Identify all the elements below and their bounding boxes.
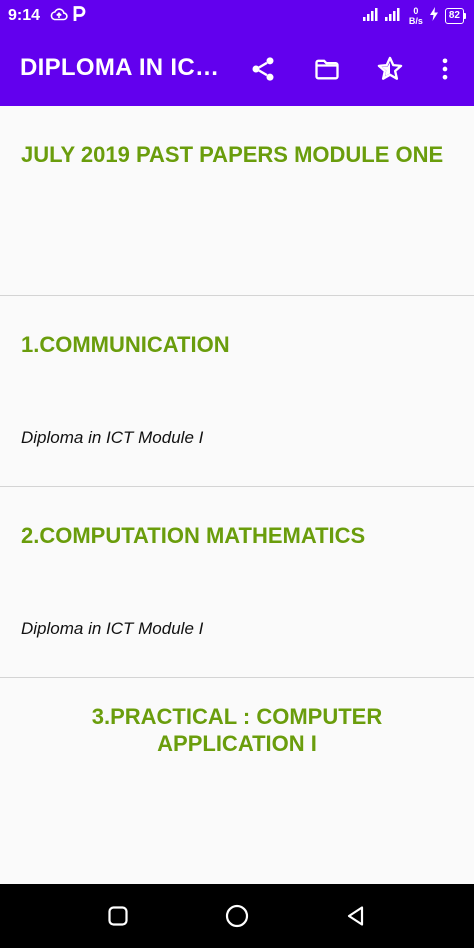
network-speed: 0 B/s <box>409 6 423 26</box>
item-title: 1.COMMUNICATION <box>21 332 230 357</box>
back-icon[interactable] <box>340 900 372 932</box>
status-system-icons: 0 B/s 82 <box>362 5 466 27</box>
cloud-upload-icon <box>50 7 68 26</box>
paper-list: JULY 2019 PAST PAPERS MODULE ONE 1.COMMU… <box>0 106 474 884</box>
status-notification-icons <box>50 5 86 27</box>
more-vert-icon[interactable] <box>428 52 462 86</box>
list-item[interactable]: JULY 2019 PAST PAPERS MODULE ONE <box>0 106 474 296</box>
navigation-bar <box>0 884 474 948</box>
signal-icon <box>362 7 403 26</box>
status-time: 9:14 <box>8 7 41 24</box>
status-bar: 9:14 0 B/s 82 <box>0 0 474 32</box>
folder-icon[interactable] <box>310 52 344 86</box>
battery-icon: 82 <box>444 8 466 24</box>
item-title: 2.COMPUTATION MATHEMATICS <box>21 523 366 548</box>
share-icon[interactable] <box>246 52 280 86</box>
item-title: JULY 2019 PAST PAPERS MODULE ONE <box>21 142 444 167</box>
home-icon[interactable] <box>221 900 253 932</box>
battery-level: 82 <box>444 8 464 24</box>
app-title: DIPLOMA IN ICT MODULE ONE PAST PAPERS <box>20 54 225 81</box>
item-subtitle: Diploma in ICT Module I <box>21 619 204 638</box>
list-item[interactable]: 3.PRACTICAL : COMPUTER APPLICATION I <box>0 678 474 884</box>
speed-value: 0 <box>413 6 419 16</box>
list-item[interactable]: 1.COMMUNICATION Diploma in ICT Module I <box>0 296 474 487</box>
star-icon[interactable] <box>373 52 407 86</box>
p-icon <box>72 5 86 27</box>
recents-icon[interactable] <box>102 900 134 932</box>
list-item[interactable]: 2.COMPUTATION MATHEMATICS Diploma in ICT… <box>0 487 474 678</box>
charging-icon <box>429 6 439 26</box>
item-title: 3.PRACTICAL : COMPUTER APPLICATION I <box>91 704 383 756</box>
item-subtitle: Diploma in ICT Module I <box>21 428 204 447</box>
app-bar: DIPLOMA IN ICT MODULE ONE PAST PAPERS <box>0 32 474 106</box>
speed-unit: B/s <box>408 16 423 26</box>
